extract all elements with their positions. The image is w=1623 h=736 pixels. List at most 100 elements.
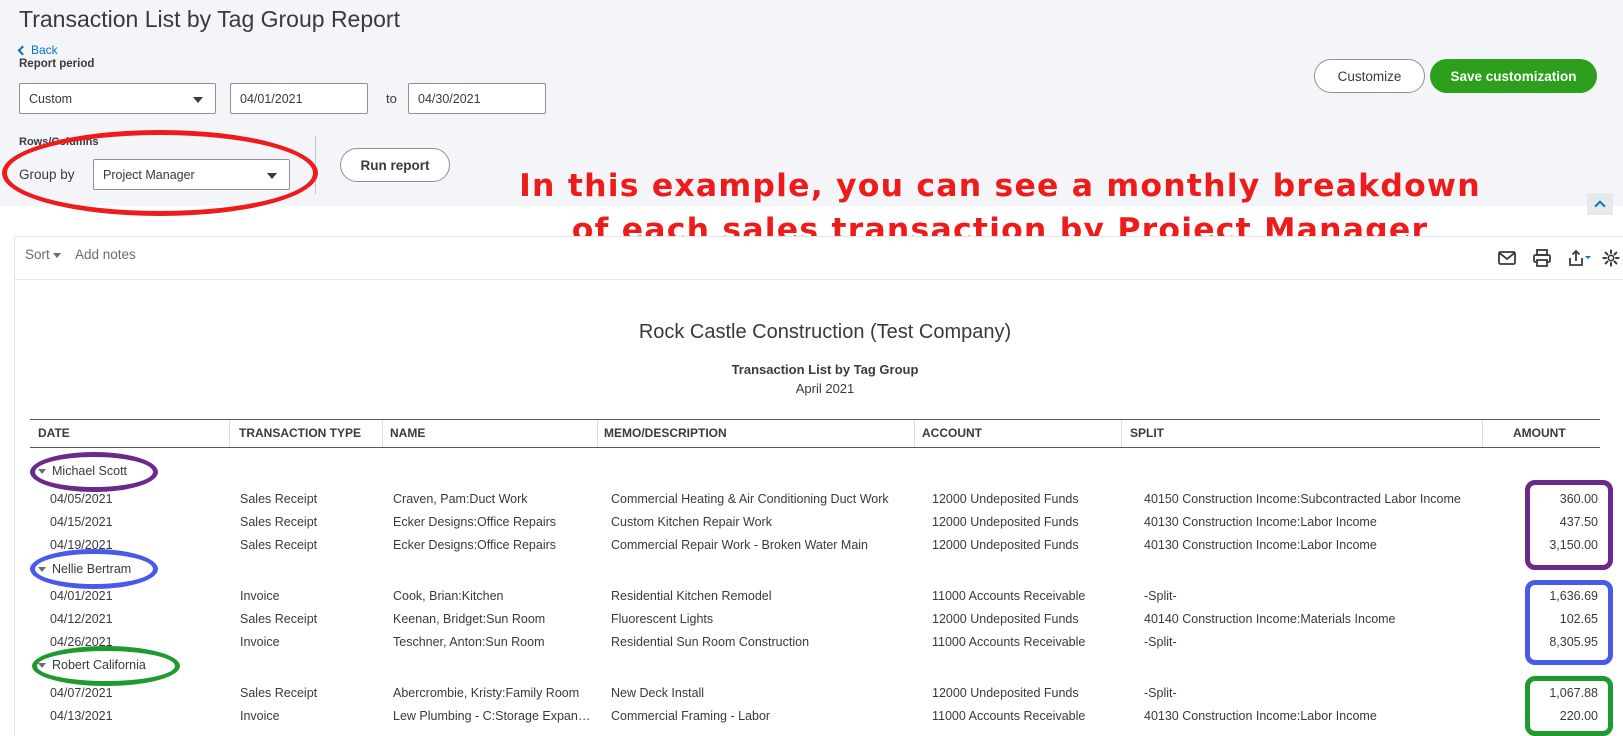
cell-amount[interactable]: 3,150.00 (1508, 538, 1598, 552)
cell-type: Sales Receipt (240, 612, 318, 626)
cell-account: 12000 Undeposited Funds (932, 515, 1079, 529)
cell-amount[interactable]: 437.50 (1508, 515, 1598, 529)
rows-columns-label: Rows/Columns (19, 136, 99, 148)
cell-split: 40130 Construction Income:Labor Income (1144, 709, 1377, 723)
report-period-select[interactable]: Custom (19, 83, 216, 114)
cell-date: 04/26/2021 (50, 635, 113, 649)
column-separator (382, 420, 383, 447)
back-label: Back (31, 43, 58, 57)
cell-amount[interactable]: 102.65 (1508, 612, 1598, 626)
caret-down-icon (38, 566, 46, 572)
annotation-line-1: In this example, you can see a monthly b… (519, 168, 1481, 204)
cell-type: Invoice (240, 635, 280, 649)
cell-date: 04/13/2021 (50, 709, 113, 723)
column-header-split[interactable]: SPLIT (1130, 426, 1164, 440)
cell-type: Sales Receipt (240, 686, 318, 700)
column-header-name[interactable]: NAME (390, 426, 425, 440)
column-separator (229, 420, 230, 447)
export-icon[interactable] (1567, 248, 1593, 268)
cell-date: 04/07/2021 (50, 686, 113, 700)
cell-split: -Split- (1144, 589, 1177, 603)
collapse-panel-button[interactable] (1587, 193, 1613, 215)
cell-split: -Split- (1144, 686, 1177, 700)
report-period: April 2021 (795, 381, 855, 396)
caret-down-icon (52, 253, 61, 258)
company-name: Rock Castle Construction (Test Company) (638, 321, 1012, 343)
cell-date: 04/15/2021 (50, 515, 113, 529)
back-link[interactable]: Back (17, 43, 58, 57)
cell-split: -Split- (1144, 635, 1177, 649)
cell-account: 11000 Accounts Receivable (932, 589, 1086, 603)
cell-amount[interactable]: 360.00 (1508, 492, 1598, 506)
caret-down-icon (267, 172, 277, 179)
group-by-select[interactable]: Project Manager (93, 159, 290, 190)
group-header[interactable]: Michael Scott (38, 464, 127, 478)
column-header-date[interactable]: DATE (38, 426, 70, 440)
cell-memo: Residential Kitchen Remodel (611, 589, 772, 603)
cell-memo: Commercial Heating & Air Conditioning Du… (611, 492, 889, 506)
column-header-memo[interactable]: MEMO/DESCRIPTION (604, 426, 727, 440)
cell-type: Invoice (240, 589, 280, 603)
cell-amount[interactable]: 1,636.69 (1508, 589, 1598, 603)
cell-split: 40130 Construction Income:Labor Income (1144, 538, 1377, 552)
report-toolbar (14, 236, 1623, 280)
cell-account: 12000 Undeposited Funds (932, 612, 1079, 626)
cell-memo: Commercial Repair Work - Broken Water Ma… (611, 538, 869, 552)
report-period-value: Custom (29, 91, 73, 106)
cell-type: Sales Receipt (240, 538, 318, 552)
cell-account: 12000 Undeposited Funds (932, 538, 1079, 552)
cell-account: 11000 Accounts Receivable (932, 709, 1086, 723)
cell-date: 04/05/2021 (50, 492, 113, 506)
header-rule-bottom (30, 447, 1600, 448)
sort-dropdown[interactable]: Sort (25, 247, 61, 262)
column-header-transaction-type[interactable]: TRANSACTION TYPE (239, 426, 361, 440)
column-header-amount[interactable]: AMOUNT (1513, 426, 1566, 440)
sort-label: Sort (25, 247, 50, 262)
cell-name: Keenan, Bridget:Sun Room (393, 612, 546, 626)
run-report-button[interactable]: Run report (340, 148, 450, 182)
report-period-label: Report period (19, 58, 95, 70)
cell-amount[interactable]: 1,067.88 (1508, 686, 1598, 700)
cell-memo: Residential Sun Room Construction (611, 635, 810, 649)
date-to-input[interactable]: 04/30/2021 (408, 83, 546, 114)
add-notes-link[interactable]: Add notes (75, 247, 136, 262)
cell-split: 40130 Construction Income:Labor Income (1144, 515, 1377, 529)
cell-split: 40150 Construction Income:Subcontracted … (1144, 492, 1461, 506)
cell-type: Invoice (240, 709, 280, 723)
report-title: Transaction List by Tag Group (731, 362, 919, 377)
group-header[interactable]: Robert California (38, 658, 146, 672)
cell-date: 04/19/2021 (50, 538, 113, 552)
cell-name: Craven, Pam:Duct Work (393, 492, 528, 506)
group-header[interactable]: Nellie Bertram (38, 562, 131, 576)
print-icon[interactable] (1532, 248, 1552, 268)
cell-amount[interactable]: 220.00 (1508, 709, 1598, 723)
group-name: Nellie Bertram (52, 562, 132, 576)
column-header-account[interactable]: ACCOUNT (922, 426, 982, 440)
customize-button[interactable]: Customize (1314, 59, 1425, 93)
group-by-label: Group by (19, 167, 75, 182)
cell-memo: Custom Kitchen Repair Work (611, 515, 772, 529)
cell-account: 12000 Undeposited Funds (932, 492, 1079, 506)
caret-down-icon (38, 662, 46, 668)
email-icon[interactable] (1497, 248, 1517, 268)
column-separator (1482, 420, 1483, 447)
divider (315, 136, 316, 194)
column-separator (1121, 420, 1122, 447)
cell-date: 04/01/2021 (50, 589, 113, 603)
date-from-input[interactable]: 04/01/2021 (230, 83, 368, 114)
settings-icon[interactable] (1602, 248, 1620, 268)
caret-down-icon (38, 468, 46, 474)
cell-name: Teschner, Anton:Sun Room (393, 635, 545, 649)
report-canvas (14, 236, 1623, 736)
save-customization-button[interactable]: Save customization (1430, 59, 1597, 93)
cell-type: Sales Receipt (240, 515, 318, 529)
caret-down-icon (193, 96, 203, 103)
cell-account: 11000 Accounts Receivable (932, 635, 1086, 649)
header-rule-top (30, 419, 1600, 420)
cell-date: 04/12/2021 (50, 612, 113, 626)
cell-name: Abercrombie, Kristy:Family Room (393, 686, 580, 700)
cell-amount[interactable]: 8,305.95 (1508, 635, 1598, 649)
cell-name: Lew Plumbing - C:Storage Expan… (393, 709, 591, 723)
group-by-value: Project Manager (103, 167, 195, 182)
to-label: to (386, 91, 397, 106)
